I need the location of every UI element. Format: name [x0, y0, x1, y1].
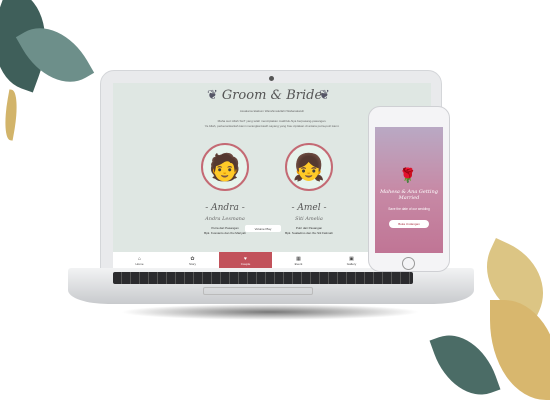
phone: 🌹 Mahesa & Ana Getting Married Save the …: [368, 106, 450, 272]
trackpad: [203, 287, 313, 295]
groom-avatar: 🧑: [201, 143, 249, 191]
leaf-decoration: [429, 323, 501, 406]
nav-event[interactable]: ▦ Event: [272, 252, 325, 269]
rose-icon: 🌹: [399, 167, 417, 183]
floral-ornament-icon: ❦: [319, 87, 330, 102]
groom-full-name: Andra Lesmana: [205, 216, 245, 222]
laptop-base: [68, 268, 474, 304]
nav-couple[interactable]: ♥ Couple: [219, 252, 272, 269]
phone-screen: 🌹 Mahesa & Ana Getting Married Save the …: [375, 127, 443, 253]
nav-label: Couple: [240, 261, 251, 266]
nav-label: Story: [188, 261, 196, 266]
laptop-shadow: [120, 304, 420, 320]
nav-home[interactable]: ⌂ Home: [113, 252, 166, 269]
nav-story[interactable]: ✿ Story: [166, 252, 219, 269]
nav-label: Gallery: [346, 261, 357, 266]
open-invitation-button[interactable]: Buka Undangan: [389, 220, 429, 228]
nav-label: Event: [294, 261, 303, 266]
bride-avatar: 👧: [285, 143, 333, 191]
groom-nickname: - Andra -: [205, 203, 245, 213]
bride-nickname: - Amel -: [291, 203, 327, 213]
save-the-date: Save the date of our wedding: [388, 207, 430, 211]
nav-label: Home: [135, 261, 144, 266]
bride-full-name: Siti Amelia: [295, 216, 323, 222]
keyboard: [113, 272, 413, 284]
page-title: Groom & Bride: [221, 88, 323, 103]
leaf-decoration: [0, 89, 22, 141]
couple-names: Mahesa & Ana Getting Married: [380, 189, 438, 201]
parents: Bpk. Sualadmo dan Ibu Siti Fatimah: [285, 231, 333, 235]
camera: [269, 76, 274, 81]
bride-parents: Putri dari Pasangan Bpk. Sualadmo dan Ibu…: [269, 226, 349, 236]
home-button[interactable]: [402, 257, 415, 270]
